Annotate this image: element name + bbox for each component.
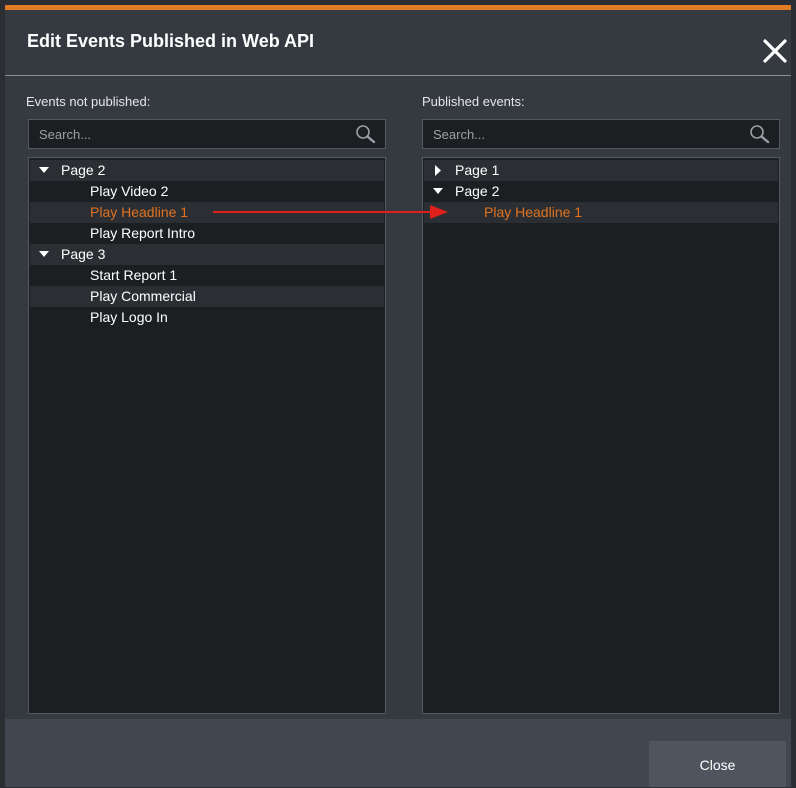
collapse-right-icon[interactable] <box>432 160 446 181</box>
tree-group-label: Page 2 <box>61 162 106 178</box>
dialog-title: Edit Events Published in Web API <box>27 31 315 51</box>
published-search-box[interactable] <box>422 119 780 149</box>
tree-item-label: Play Headline 1 <box>484 204 583 220</box>
search-icon[interactable] <box>355 124 377 144</box>
unpublished-search-input[interactable] <box>29 120 349 148</box>
tree-item-label: Play Commercial <box>90 288 196 304</box>
tree-item-label: Play Video 2 <box>90 183 169 199</box>
tree-group-row[interactable]: Page 2 <box>424 181 778 202</box>
close-button[interactable]: Close <box>649 741 786 787</box>
tree-item-label: Play Logo In <box>90 309 168 325</box>
tree-item-row[interactable]: Play Commercial <box>30 286 384 307</box>
expand-down-icon[interactable] <box>38 244 52 265</box>
published-events-tree[interactable]: Page 1 Page 2 Play Headline 1 <box>422 157 780 714</box>
tree-group-label: Page 2 <box>455 183 500 199</box>
edit-events-dialog: Edit Events Published in Web API Events … <box>5 5 791 787</box>
search-icon[interactable] <box>749 124 771 144</box>
unpublished-events-tree[interactable]: Page 2 Play Video 2 Play Headline 1 Play Re… <box>28 157 386 714</box>
tree-item-label: Start Report 1 <box>90 267 178 283</box>
tree-item-label: Play Report Intro <box>90 225 196 241</box>
tree-item-row[interactable]: Play Headline 1 <box>30 202 384 223</box>
tree-group-label: Page 3 <box>61 246 106 262</box>
tree-group-row[interactable]: Page 1 <box>424 160 778 181</box>
published-events-label: Published events: <box>422 94 525 109</box>
tree-group-row[interactable]: Page 3 <box>30 244 384 265</box>
dialog-footer: Close <box>5 719 791 787</box>
unpublished-events-label: Events not published: <box>26 94 151 109</box>
dialog-titlebar: Edit Events Published in Web API <box>5 10 791 76</box>
tree-item-row[interactable]: Play Report Intro <box>30 223 384 244</box>
tree-item-row[interactable]: Play Headline 1 <box>424 202 778 223</box>
tree-item-row[interactable]: Start Report 1 <box>30 265 384 286</box>
tree-item-row[interactable]: Play Logo In <box>30 307 384 328</box>
expand-down-icon[interactable] <box>432 181 446 202</box>
tree-item-label: Play Headline 1 <box>90 204 189 220</box>
tree-group-label: Page 1 <box>455 162 500 178</box>
published-search-input[interactable] <box>423 120 743 148</box>
tree-item-row[interactable]: Play Video 2 <box>30 181 384 202</box>
expand-down-icon[interactable] <box>38 160 52 181</box>
close-icon[interactable] <box>762 38 788 64</box>
tree-group-row[interactable]: Page 2 <box>30 160 384 181</box>
unpublished-search-box[interactable] <box>28 119 386 149</box>
